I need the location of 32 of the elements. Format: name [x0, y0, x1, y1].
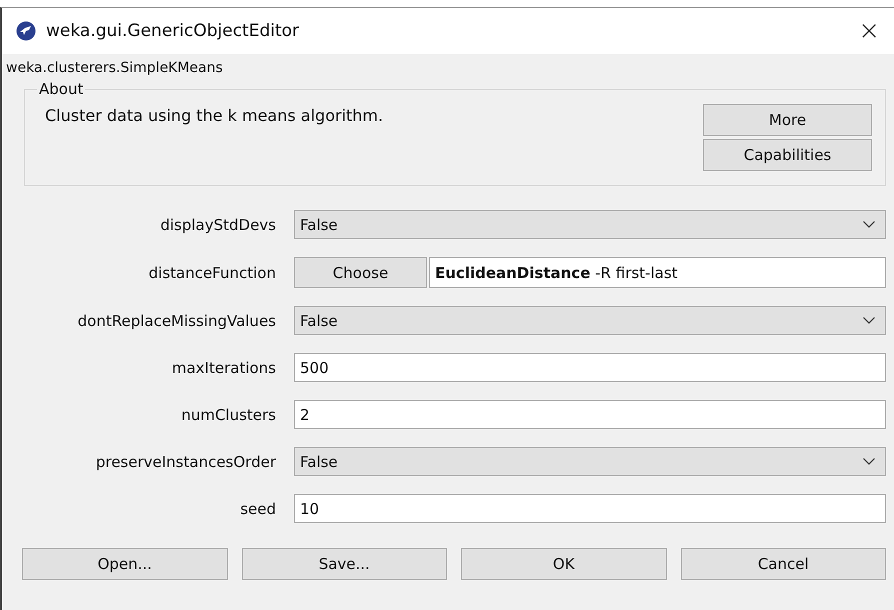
- about-legend: About: [37, 80, 86, 98]
- chevron-icon: [863, 221, 875, 228]
- chevron-icon: [863, 458, 875, 465]
- input-field[interactable]: 10: [294, 494, 886, 523]
- input-field[interactable]: 500: [294, 353, 886, 382]
- window-title: weka.gui.GenericObjectEditor: [46, 21, 300, 41]
- dropdown-value: False: [300, 312, 338, 330]
- parameter-label: distanceFunction: [148, 264, 276, 282]
- about-button[interactable]: More: [703, 104, 872, 136]
- input-field[interactable]: 2: [294, 400, 886, 429]
- parameter-label: maxIterations: [170, 358, 276, 376]
- dialog-button[interactable]: OK: [461, 548, 666, 580]
- parameter-label: dontReplaceMissingValues: [76, 312, 276, 330]
- dialog-button[interactable]: Save...: [242, 548, 447, 580]
- choose-button[interactable]: Choose: [294, 257, 427, 288]
- dropdown[interactable]: False: [294, 306, 886, 335]
- about-text: Cluster data using the k means algorithm.: [45, 105, 384, 127]
- dropdown-value: False: [300, 452, 338, 470]
- dialog-button[interactable]: Cancel: [680, 548, 886, 580]
- input-field[interactable]: EuclideanDistance -R first-last: [429, 257, 886, 288]
- dropdown[interactable]: False: [294, 210, 886, 239]
- parameter-label: numClusters: [180, 406, 276, 424]
- dialog-button[interactable]: Open...: [22, 548, 228, 580]
- parameter-label: displayStdDevs: [159, 216, 276, 234]
- dropdown[interactable]: False: [294, 447, 886, 476]
- parameter-label: seed: [239, 500, 276, 518]
- parameter-label: preserveInstancesOrder: [94, 452, 276, 470]
- close-button[interactable]: ×: [854, 16, 884, 46]
- chevron-icon: [863, 317, 875, 324]
- about-button[interactable]: Capabilities: [703, 139, 872, 171]
- class-name: weka.clusterers.SimpleKMeans: [6, 60, 224, 76]
- dropdown-value: False: [300, 216, 338, 234]
